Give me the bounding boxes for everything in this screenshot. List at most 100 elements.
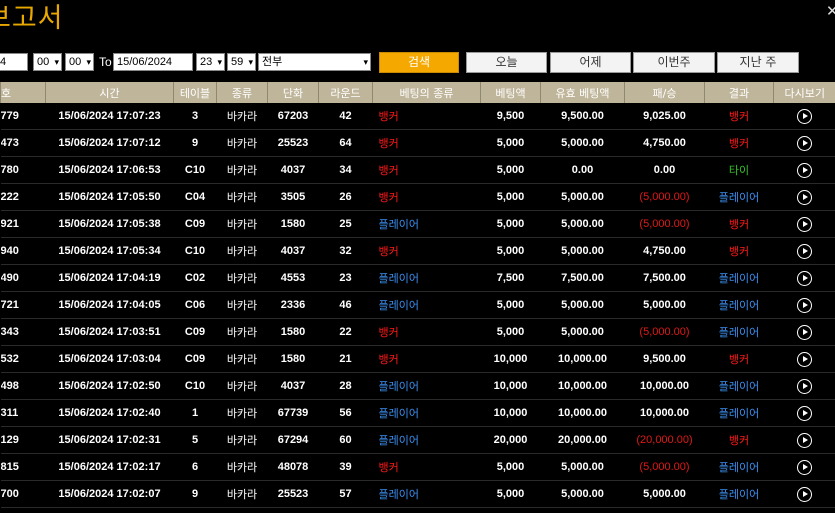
cell-shoe: 4553 [267, 264, 319, 292]
play-circle-icon[interactable] [797, 405, 812, 421]
cell-bet-type: 뱅커 [372, 103, 481, 130]
play-circle-icon[interactable] [797, 486, 812, 502]
cell-time: 15/06/2024 17:05:34 [45, 237, 174, 265]
cell-valid-bet: 5,000.00 [540, 453, 625, 481]
cell-shoe: 25523 [267, 129, 319, 157]
play-circle-icon[interactable] [797, 459, 812, 475]
table-row[interactable]: 780 15/06/2024 17:06:53 C10 바카라 4037 34 뱅커 5,00… [0, 156, 835, 184]
cell-table: 3 [173, 103, 217, 130]
table-row[interactable]: 311 15/06/2024 17:02:40 1 바카라 67739 56 플레이어 10,… [0, 399, 835, 427]
play-circle-icon[interactable] [797, 189, 812, 205]
play-circle-icon[interactable] [797, 378, 812, 394]
play-circle-icon[interactable] [797, 297, 812, 313]
col-header-bet-amount: 베팅액 [480, 82, 541, 103]
from-hour-select[interactable]: 00 ▾ [33, 53, 62, 71]
from-date-input[interactable]: 4 [0, 53, 28, 71]
cell-id: 473 [0, 129, 46, 157]
col-header-win-loss: 패/승 [624, 82, 705, 103]
cell-bet-type: 뱅커 [372, 345, 481, 373]
col-header-shoe: 단화 [267, 82, 319, 103]
chevron-down-icon: ▾ [248, 57, 253, 67]
cell-id: 815 [0, 453, 46, 481]
table-row[interactable]: 940 15/06/2024 17:05:34 C10 바카라 4037 32 뱅커 5,00… [0, 237, 835, 265]
cell-replay [773, 318, 835, 346]
table-row[interactable]: 779 15/06/2024 17:07:23 3 바카라 67203 42 뱅커 9,500… [0, 103, 835, 130]
table-row[interactable]: 473 15/06/2024 17:07:12 9 바카라 25523 64 뱅커 5,000… [0, 129, 835, 157]
close-icon[interactable]: ✕ [826, 2, 835, 20]
cell-win-loss: 0.00 [624, 156, 705, 184]
last-week-button[interactable]: 지난 주 [717, 52, 799, 73]
play-circle-icon[interactable] [797, 243, 812, 259]
play-circle-icon[interactable] [797, 324, 812, 340]
play-circle-icon[interactable] [797, 270, 812, 286]
yesterday-button[interactable]: 어제 [550, 52, 631, 73]
cell-time: 15/06/2024 17:03:51 [45, 318, 174, 346]
cell-table: C02 [173, 264, 217, 292]
cell-bet-type: 뱅커 [372, 183, 481, 211]
col-header-round: 라운드 [318, 82, 373, 103]
type-select[interactable]: 전부 ▾ [258, 53, 371, 71]
cell-win-loss: (5,000.00) [624, 453, 705, 481]
table-row[interactable]: 815 15/06/2024 17:02:17 6 바카라 48078 39 뱅커 5,000… [0, 453, 835, 481]
cell-shoe: 3505 [267, 183, 319, 211]
cell-id: 129 [0, 426, 46, 454]
play-circle-icon[interactable] [797, 432, 812, 448]
cell-kind: 바카라 [216, 399, 268, 427]
play-circle-icon[interactable] [797, 108, 812, 124]
cell-bet-type: 뱅커 [372, 318, 481, 346]
cell-valid-bet: 5,000.00 [540, 183, 625, 211]
cell-bet-type: 뱅커 [372, 156, 481, 184]
cell-result: 뱅커 [704, 345, 774, 373]
cell-bet-amount: 9,500 [480, 103, 541, 130]
table-row[interactable]: 700 15/06/2024 17:02:07 9 바카라 25523 57 플레이어 5,0… [0, 480, 835, 508]
chevron-down-icon: ▾ [217, 57, 222, 67]
today-button[interactable]: 오늘 [466, 52, 547, 73]
cell-bet-amount: 5,000 [480, 237, 541, 265]
table-row[interactable]: 498 15/06/2024 17:02:50 C10 바카라 4037 28 플레이어 10… [0, 372, 835, 400]
chevron-down-icon: ▾ [363, 57, 368, 67]
to-hour-select[interactable]: 23 ▾ [196, 53, 225, 71]
cell-valid-bet: 0.00 [540, 156, 625, 184]
col-header-bet-type: 베팅의 종류 [372, 82, 481, 103]
cell-kind: 바카라 [216, 453, 268, 481]
this-week-button[interactable]: 이번주 [633, 52, 715, 73]
to-minute-select[interactable]: 59 ▾ [227, 53, 256, 71]
cell-shoe: 1580 [267, 345, 319, 373]
cell-bet-type: 뱅커 [372, 453, 481, 481]
cell-valid-bet: 5,000.00 [540, 318, 625, 346]
cell-replay [773, 103, 835, 130]
from-minute-select[interactable]: 00 ▾ [65, 53, 94, 71]
to-date-input[interactable]: 15/06/2024 [113, 53, 193, 71]
cell-bet-amount: 10,000 [480, 345, 541, 373]
table-row[interactable]: 532 15/06/2024 17:03:04 C09 바카라 1580 21 뱅커 10,0… [0, 345, 835, 373]
cell-replay [773, 210, 835, 238]
cell-replay [773, 156, 835, 184]
table-row[interactable]: 129 15/06/2024 17:02:31 5 바카라 67294 60 플레이어 20,… [0, 426, 835, 454]
cell-kind: 바카라 [216, 156, 268, 184]
cell-valid-bet: 10,000.00 [540, 345, 625, 373]
cell-bet-type: 플레이어 [372, 372, 481, 400]
cell-replay [773, 372, 835, 400]
cell-win-loss: 5,000.00 [624, 480, 705, 508]
table-row[interactable]: 343 15/06/2024 17:03:51 C09 바카라 1580 22 뱅커 5,00… [0, 318, 835, 346]
cell-shoe: 1580 [267, 318, 319, 346]
cell-win-loss: (5,000.00) [624, 183, 705, 211]
cell-round: 42 [318, 103, 373, 130]
table-row[interactable]: 222 15/06/2024 17:05:50 C04 바카라 3505 26 뱅커 5,00… [0, 183, 835, 211]
table-body: 779 15/06/2024 17:07:23 3 바카라 67203 42 뱅커 9,500… [0, 103, 835, 508]
play-circle-icon[interactable] [797, 162, 812, 178]
cell-table: 5 [173, 426, 217, 454]
play-circle-icon[interactable] [797, 135, 812, 151]
cell-bet-amount: 7,500 [480, 264, 541, 292]
table-row[interactable]: 721 15/06/2024 17:04:05 C06 바카라 2336 46 플레이어 5,… [0, 291, 835, 319]
play-circle-icon[interactable] [797, 216, 812, 232]
cell-valid-bet: 10,000.00 [540, 399, 625, 427]
cell-valid-bet: 5,000.00 [540, 129, 625, 157]
cell-round: 39 [318, 453, 373, 481]
table-row[interactable]: 490 15/06/2024 17:04:19 C02 바카라 4553 23 플레이어 7,… [0, 264, 835, 292]
search-button[interactable]: 검색 [379, 52, 459, 73]
play-circle-icon[interactable] [797, 351, 812, 367]
cell-time: 15/06/2024 17:07:23 [45, 103, 174, 130]
cell-valid-bet: 20,000.00 [540, 426, 625, 454]
table-row[interactable]: 921 15/06/2024 17:05:38 C09 바카라 1580 25 플레이어 5,… [0, 210, 835, 238]
